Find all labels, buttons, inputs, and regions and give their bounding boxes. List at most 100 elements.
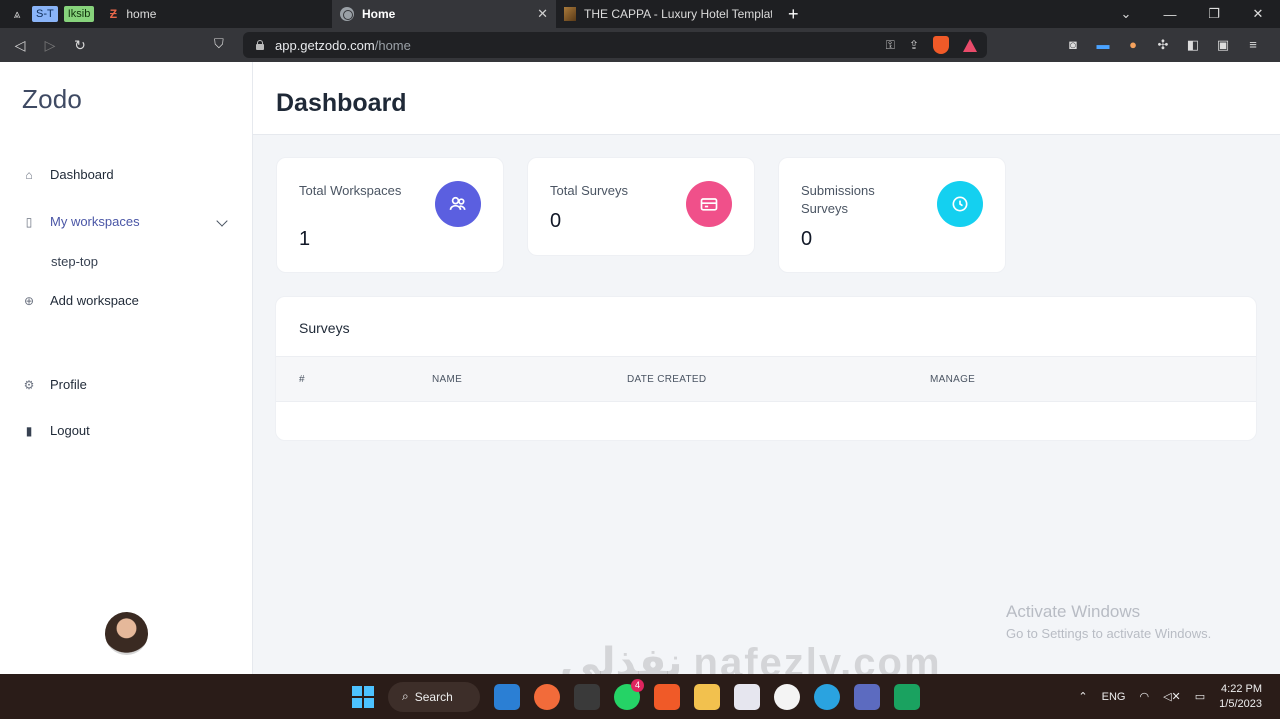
whatsapp-icon[interactable]: 4 <box>614 678 644 710</box>
taskbar-apps: ⌕ Search 4 <box>352 674 920 719</box>
tab-title: THE CAPPA - Luxury Hotel Template b <box>584 7 772 21</box>
wifi-icon[interactable]: ◠ <box>1139 690 1149 703</box>
page-header: Dashboard <box>253 62 1280 135</box>
tab-title: Home <box>362 7 396 21</box>
tab-search-chevron-icon[interactable]: ⌄ <box>1104 6 1148 22</box>
sidebar-item-add-workspace[interactable]: ⊕ Add workspace <box>22 293 139 308</box>
tab-group-st[interactable]: S-T <box>32 6 58 22</box>
mute-icon[interactable]: ◁✕ <box>1163 690 1181 703</box>
extension-bar: ◙ ▬ ● ✣ ◧ ▣ ≡ <box>1064 28 1262 62</box>
clock-date: 1/5/2023 <box>1219 697 1262 710</box>
stat-label: Total Workspaces <box>299 183 402 198</box>
close-tab-icon[interactable]: ✕ <box>537 6 548 22</box>
brave-shields-icon[interactable] <box>933 36 949 54</box>
sidebar: Zodo ⌂ Dashboard ▯ My workspaces step-to… <box>0 62 253 674</box>
tab-cappa[interactable]: THE CAPPA - Luxury Hotel Template b <box>556 0 780 28</box>
brave-rewards-icon[interactable] <box>963 38 977 52</box>
windows-start-icon[interactable] <box>352 685 374 708</box>
sidebar-item-profile[interactable]: ⚙ Profile <box>22 377 87 392</box>
network-app-icon[interactable] <box>854 683 880 710</box>
clock-icon <box>937 181 983 227</box>
sheets-app-icon[interactable] <box>894 683 920 710</box>
whatsapp-badge: 4 <box>631 678 644 692</box>
plus-circle-icon: ⊕ <box>23 293 35 308</box>
column-header-manage: MANAGE <box>930 374 976 385</box>
brave-browser-icon[interactable] <box>654 683 680 710</box>
file-explorer-icon[interactable] <box>694 683 720 710</box>
app-logo-icon[interactable]: ⩓ <box>8 7 26 21</box>
screen-extension-icon[interactable]: ▬ <box>1094 37 1112 53</box>
vscode-icon[interactable] <box>494 683 520 710</box>
column-header-name: NAME <box>432 374 463 385</box>
stat-card-total-workspaces: Total Workspaces 1 <box>276 157 504 273</box>
sidebar-item-my-workspaces[interactable]: ▯ My workspaces <box>22 214 140 229</box>
door-icon: ▮ <box>25 423 33 438</box>
language-indicator[interactable]: ENG <box>1102 691 1126 703</box>
browser-tab-strip: ⩓ S-T Iksib Ƶ home Home ✕ THE CAPPA - Lu… <box>0 0 1280 28</box>
menu-icon[interactable]: ≡ <box>1244 37 1262 53</box>
sidebar-item-label: Add workspace <box>50 293 139 308</box>
brand-logo[interactable]: Zodo <box>22 84 82 115</box>
url-host: app.getzodo.com <box>275 37 375 53</box>
hs-app-icon[interactable] <box>574 683 600 710</box>
card-icon <box>686 181 732 227</box>
column-header-date-created: DATE CREATED <box>627 374 707 385</box>
search-icon: ⌕ <box>402 689 409 703</box>
gear-icon: ⚙ <box>23 377 35 392</box>
lock-icon[interactable] <box>255 40 265 50</box>
battery-icon[interactable]: ▭ <box>1195 690 1205 703</box>
tab-group-iksib[interactable]: Iksib <box>63 6 95 22</box>
wallet-icon[interactable]: ▣ <box>1214 37 1232 53</box>
activate-subtitle: Go to Settings to activate Windows. <box>1006 626 1212 641</box>
key-icon[interactable]: ⚿ <box>886 38 895 53</box>
bookmark-icon[interactable]: ⛉ <box>214 36 224 52</box>
sidebar-subitem-step-top[interactable]: step-top <box>51 254 98 269</box>
tray-chevron-up-icon[interactable]: ⌃ <box>1078 690 1087 703</box>
surveys-title: Surveys <box>299 320 350 336</box>
puzzle-extensions-icon[interactable]: ✣ <box>1154 37 1172 53</box>
stat-card-submissions-surveys: Submissions Surveys 0 <box>778 157 1006 273</box>
figma-icon[interactable] <box>734 683 760 710</box>
back-icon[interactable]: ◁ <box>5 37 35 54</box>
forward-icon[interactable]: ▷ <box>35 37 65 54</box>
table-header: # NAME DATE CREATED MANAGE <box>276 356 1256 402</box>
new-tab-icon[interactable]: + <box>788 4 799 25</box>
url-path: /home <box>374 37 411 53</box>
stat-label: Total Surveys <box>550 183 629 198</box>
chevron-down-icon[interactable] <box>216 215 228 227</box>
close-window-icon[interactable]: ✕ <box>1236 6 1280 22</box>
reload-icon[interactable]: ↻ <box>65 37 95 54</box>
sidebar-toggle-icon[interactable]: ◧ <box>1184 37 1202 53</box>
postman-icon[interactable] <box>534 683 560 710</box>
sidebar-item-label: Profile <box>50 377 87 392</box>
stat-value: 0 <box>801 228 813 250</box>
tab-title: home <box>126 7 157 21</box>
window-controls: ⌄ — ❐ ✕ <box>1104 0 1280 28</box>
telegram-icon[interactable] <box>814 683 840 710</box>
system-tray: ⌃ ENG ◠ ◁✕ ▭ 4:22 PM 1/5/2023 <box>1078 674 1280 719</box>
sidebar-item-label: Logout <box>50 423 90 438</box>
sidebar-item-dashboard[interactable]: ⌂ Dashboard <box>22 167 114 182</box>
clock-time: 4:22 PM <box>1221 682 1262 695</box>
minimize-icon[interactable]: — <box>1148 7 1192 22</box>
stat-value: 0 <box>550 210 562 232</box>
home-icon: ⌂ <box>25 167 33 182</box>
address-bar[interactable]: app.getzodo.com/home ⚿ ⇪ <box>243 32 987 58</box>
tab-home-zodo[interactable]: Ƶ home <box>106 7 157 21</box>
restore-icon[interactable]: ❐ <box>1192 6 1236 22</box>
clock[interactable]: 4:22 PM 1/5/2023 <box>1219 682 1262 712</box>
slack-icon[interactable] <box>774 683 800 710</box>
address-bar-actions: ⚿ ⇪ <box>886 32 977 58</box>
camera-extension-icon[interactable]: ◙ <box>1064 37 1082 53</box>
share-icon[interactable]: ⇪ <box>909 38 919 52</box>
tab-home-active[interactable]: Home ✕ <box>332 0 556 28</box>
activate-windows-watermark: Activate Windows Go to Settings to activ… <box>1006 602 1211 641</box>
taskbar-search[interactable]: ⌕ Search <box>388 681 480 712</box>
pill-extension-icon[interactable]: ● <box>1124 37 1142 53</box>
avatar[interactable] <box>105 612 148 655</box>
clipboard-icon: ▯ <box>25 214 33 229</box>
sidebar-item-logout[interactable]: ▮ Logout <box>22 423 90 438</box>
sidebar-item-label: Dashboard <box>50 167 114 182</box>
pinned-tabs: ⩓ S-T Iksib Ƶ home <box>0 0 332 28</box>
sidebar-item-label: My workspaces <box>50 214 140 229</box>
